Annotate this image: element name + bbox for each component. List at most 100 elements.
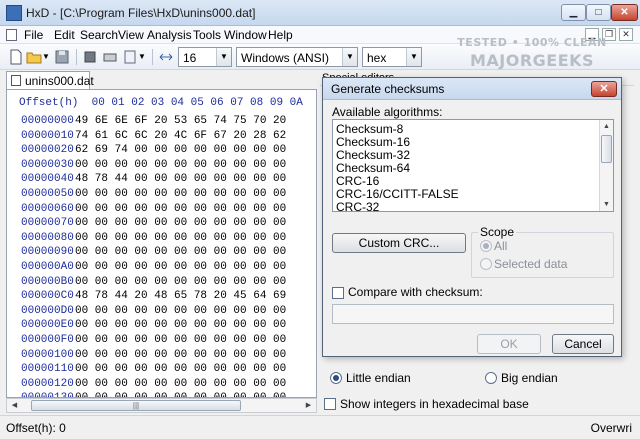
hex-row[interactable]: 0000002062 69 74 00 00 00 00 00 00 00 00 <box>7 144 316 159</box>
hex-row[interactable]: 000000F000 00 00 00 00 00 00 00 00 00 00 <box>7 334 316 349</box>
list-item[interactable]: Checksum-32 <box>336 148 410 162</box>
file-view-icon[interactable] <box>122 49 138 65</box>
cancel-button[interactable]: Cancel <box>552 334 614 354</box>
hex-row-bytes[interactable]: 48 78 44 20 48 65 78 20 45 64 69 <box>75 290 286 302</box>
hex-row[interactable]: 0000004048 78 44 00 00 00 00 00 00 00 00 <box>7 173 316 188</box>
menu-edit[interactable]: Edit <box>54 28 75 42</box>
hex-row-bytes[interactable]: 00 00 00 00 00 00 00 00 00 00 00 <box>75 349 286 361</box>
hex-row[interactable]: 0000005000 00 00 00 00 00 00 00 00 00 00 <box>7 188 316 203</box>
save-icon[interactable] <box>54 49 70 65</box>
hex-row-bytes[interactable]: 00 00 00 00 00 00 00 00 00 00 00 <box>75 232 286 244</box>
hex-row-bytes[interactable]: 00 00 00 00 00 00 00 00 00 00 00 <box>75 203 286 215</box>
hex-row-bytes[interactable]: 49 6E 6E 6F 20 53 65 74 75 70 20 <box>75 115 286 127</box>
hex-row-bytes[interactable]: 00 00 00 00 00 00 00 00 00 00 00 <box>75 305 286 317</box>
hex-editor-pane[interactable]: Offset(h) 00 01 02 03 04 05 06 07 08 09 … <box>6 89 317 398</box>
hex-row[interactable]: 0000012000 00 00 00 00 00 00 00 00 00 00 <box>7 378 316 393</box>
hex-row[interactable]: 0000010000 00 00 00 00 00 00 00 00 00 00 <box>7 349 316 364</box>
open-dropdown-icon[interactable]: ▼ <box>42 49 50 65</box>
hex-row[interactable]: 0000001074 61 6C 6C 20 4C 6F 67 20 28 62 <box>7 130 316 145</box>
scope-selected-radio[interactable] <box>480 258 492 270</box>
hex-row-bytes[interactable]: 00 00 00 00 00 00 00 00 00 00 00 <box>75 319 286 331</box>
hex-row-bytes[interactable]: 00 00 00 00 00 00 00 00 00 00 00 <box>75 188 286 200</box>
dialog-close-button[interactable]: ✕ <box>591 81 617 97</box>
minimize-button[interactable]: ▁ <box>561 4 586 21</box>
hex-row[interactable]: 0000006000 00 00 00 00 00 00 00 00 00 00 <box>7 203 316 218</box>
charset-combo[interactable]: Windows (ANSI) ▼ <box>236 47 358 67</box>
horizontal-scrollbar[interactable]: ◀ ||| ▶ <box>6 398 317 413</box>
new-file-icon[interactable] <box>8 49 24 65</box>
list-item[interactable]: CRC-16 <box>336 174 379 188</box>
list-item[interactable]: CRC-32 <box>336 200 379 211</box>
hex-column-header: Offset(h) 00 01 02 03 04 05 06 07 08 09 … <box>19 97 303 109</box>
compare-checksum-field[interactable] <box>332 304 614 324</box>
hex-row[interactable]: 000000A000 00 00 00 00 00 00 00 00 00 00 <box>7 261 316 276</box>
bytes-per-row-combo[interactable]: 16 ▼ <box>178 47 232 67</box>
hex-row-bytes[interactable]: 00 00 00 00 00 00 00 00 00 00 00 <box>75 261 286 273</box>
ok-button[interactable]: OK <box>477 334 541 354</box>
display-mode-combo[interactable]: hex ▼ <box>362 47 422 67</box>
menu-window[interactable]: Window <box>224 28 267 42</box>
view-dropdown-icon[interactable]: ▼ <box>138 49 146 65</box>
hex-row-bytes[interactable]: 74 61 6C 6C 20 4C 6F 67 20 28 62 <box>75 130 286 142</box>
hex-row-bytes[interactable]: 00 00 00 00 00 00 00 00 00 00 00 <box>75 246 286 258</box>
list-item[interactable]: CRC-16/CCITT-FALSE <box>336 187 459 201</box>
hex-row-bytes[interactable]: 00 00 00 00 00 00 00 00 00 00 00 <box>75 334 286 346</box>
compare-checkbox[interactable] <box>332 287 344 299</box>
list-scroll-thumb[interactable] <box>601 135 612 163</box>
show-hex-checkbox[interactable] <box>324 398 336 410</box>
list-item[interactable]: Checksum-8 <box>336 122 403 136</box>
scroll-up-icon[interactable]: ▲ <box>600 120 613 133</box>
status-offset: Offset(h): 0 <box>6 421 66 435</box>
list-item[interactable]: Checksum-64 <box>336 161 410 175</box>
hex-row-bytes[interactable]: 48 78 44 00 00 00 00 00 00 00 00 <box>75 173 286 185</box>
hex-row-bytes[interactable]: 00 00 00 00 00 00 00 00 00 00 00 <box>75 363 286 375</box>
hex-row[interactable]: 000000B000 00 00 00 00 00 00 00 00 00 00 <box>7 276 316 291</box>
hex-row-bytes[interactable]: 00 00 00 00 00 00 00 00 00 00 00 <box>75 276 286 288</box>
scroll-down-icon[interactable]: ▼ <box>600 198 613 211</box>
hex-row[interactable]: 000000E000 00 00 00 00 00 00 00 00 00 00 <box>7 319 316 334</box>
disk-icon[interactable] <box>102 49 118 65</box>
hex-row-bytes[interactable]: 00 00 00 00 00 00 00 00 00 00 00 <box>75 378 286 390</box>
algorithms-listbox[interactable]: Checksum-8 Checksum-16 Checksum-32 Check… <box>332 119 614 212</box>
list-item[interactable]: Checksum-16 <box>336 135 410 149</box>
hex-row[interactable]: 0000007000 00 00 00 00 00 00 00 00 00 00 <box>7 217 316 232</box>
hex-rows: 0000000049 6E 6E 6F 20 53 65 74 75 70 20… <box>7 115 316 397</box>
big-endian-radio[interactable] <box>485 372 497 384</box>
hex-row[interactable]: 0000000049 6E 6E 6F 20 53 65 74 75 70 20 <box>7 115 316 130</box>
compare-label: Compare with checksum: <box>348 285 483 299</box>
tab-unins000[interactable]: unins000.dat <box>6 71 94 89</box>
hex-row[interactable]: 0000009000 00 00 00 00 00 00 00 00 00 00 <box>7 246 316 261</box>
menu-file[interactable]: File <box>24 28 43 42</box>
menu-analysis[interactable]: Analysis <box>147 28 192 42</box>
chevron-down-icon[interactable]: ▼ <box>216 48 231 66</box>
scope-all-radio[interactable] <box>480 240 492 252</box>
chevron-down-icon[interactable]: ▼ <box>406 48 421 66</box>
chevron-down-icon[interactable]: ▼ <box>342 48 357 66</box>
mdi-close-button[interactable]: ✕ <box>619 28 633 41</box>
little-endian-radio[interactable] <box>330 372 342 384</box>
ram-icon[interactable] <box>82 49 98 65</box>
open-folder-icon[interactable] <box>26 49 42 65</box>
close-button[interactable]: ✕ <box>611 4 638 21</box>
hex-row-bytes[interactable]: 62 69 74 00 00 00 00 00 00 00 00 <box>75 144 286 156</box>
menu-search[interactable]: Search <box>80 28 118 42</box>
scroll-right-icon[interactable]: ▶ <box>301 399 316 412</box>
scrollbar-thumb[interactable]: ||| <box>31 400 241 411</box>
menu-tools[interactable]: Tools <box>193 28 221 42</box>
hex-row[interactable]: 000000C048 78 44 20 48 65 78 20 45 64 69 <box>7 290 316 305</box>
menu-view[interactable]: View <box>118 28 144 42</box>
maximize-button[interactable]: □ <box>586 4 611 21</box>
hex-row[interactable]: 000000D000 00 00 00 00 00 00 00 00 00 00 <box>7 304 316 320</box>
list-vertical-scrollbar[interactable]: ▲ ▼ <box>599 120 613 211</box>
hex-row[interactable]: 0000011000 00 00 00 00 00 00 00 00 00 00 <box>7 363 316 378</box>
menu-help[interactable]: Help <box>268 28 293 42</box>
hex-row-offset: 000000D0 <box>21 304 74 317</box>
hex-row[interactable]: 0000003000 00 00 00 00 00 00 00 00 00 00 <box>7 159 316 174</box>
hex-row[interactable]: 0000008000 00 00 00 00 00 00 00 00 00 00 <box>7 232 316 247</box>
hex-row-bytes[interactable]: 00 00 00 00 00 00 00 00 00 00 00 <box>75 217 286 229</box>
scroll-left-icon[interactable]: ◀ <box>7 399 22 412</box>
file-icon <box>11 75 21 86</box>
custom-crc-button[interactable]: Custom CRC... <box>332 233 466 253</box>
document-icon[interactable] <box>6 29 17 41</box>
hex-row-bytes[interactable]: 00 00 00 00 00 00 00 00 00 00 00 <box>75 159 286 171</box>
